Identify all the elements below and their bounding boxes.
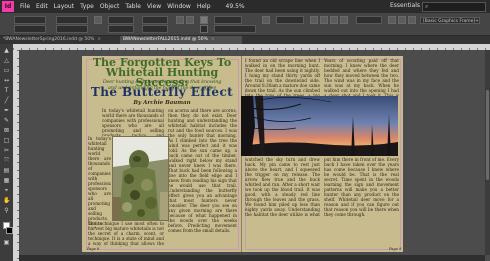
workspace-switcher[interactable]: Essentials	[390, 2, 420, 9]
menu-edit[interactable]: Edit	[33, 3, 51, 10]
tab-label: *BWANewsletterSpring2016.indd @ 50%	[3, 37, 95, 42]
flip-vertical-icon[interactable]	[186, 16, 194, 24]
scale-x-field[interactable]	[108, 16, 134, 24]
stroke-color-icon[interactable]	[6, 227, 13, 234]
control-panel: [Basic Graphics Frame]+	[0, 13, 490, 36]
selection-tool-icon[interactable]: ▲	[3, 48, 10, 54]
flip-horizontal-icon[interactable]	[176, 16, 184, 24]
eyedropper-tool-icon[interactable]: ⌖	[3, 188, 10, 194]
text-frame-right-bottom[interactable]: watched the sky turn and drew back. My p…	[245, 157, 399, 247]
article-byline[interactable]: By Archie Bauman	[88, 100, 236, 106]
center-content-icon[interactable]	[340, 16, 348, 24]
hunter-photo-graphic	[113, 137, 168, 220]
fill-swatch-icon[interactable]	[200, 16, 208, 24]
shear-field[interactable]	[142, 25, 168, 33]
direct-selection-tool-icon[interactable]: △	[3, 58, 10, 64]
object-style-select[interactable]: [Basic Graphics Frame]+	[420, 17, 480, 24]
scale-y-field[interactable]	[108, 25, 134, 33]
text-wrap-icon[interactable]	[310, 16, 318, 24]
rectangle-frame-tool-icon[interactable]: ⊠	[3, 128, 10, 134]
zoom-tool-icon[interactable]: ⚲	[3, 208, 10, 214]
indesign-app-icon: Id	[2, 1, 14, 12]
text-frame-middle-column[interactable]: on acorns and there are acorns, then the…	[168, 108, 237, 247]
gap-tool-icon[interactable]: ↔	[3, 78, 10, 84]
text-frame-left-column[interactable]: In today's whitetail hunting world there…	[88, 136, 111, 228]
free-transform-tool-icon[interactable]: ⤧	[3, 158, 10, 164]
gradient-tool-icon[interactable]: ▤	[3, 168, 10, 174]
pen-tool-icon[interactable]: ✒	[3, 108, 10, 114]
align-center-icon[interactable]	[398, 16, 406, 24]
vertical-scrollbar[interactable]	[485, 50, 490, 255]
y-position-field[interactable]	[14, 25, 46, 33]
note-tool-icon[interactable]: ▦	[3, 178, 10, 184]
tab-fall-2015[interactable]: BWANewsletterFALL2015.indd @ 50% ×	[120, 36, 242, 44]
menu-window[interactable]: Window	[164, 3, 194, 10]
drop-shadow-icon[interactable]	[262, 16, 270, 24]
menu-file[interactable]: File	[17, 3, 33, 10]
menu-bar: Id File Edit Layout Type Object Table Vi…	[0, 0, 490, 13]
corner-radius-field[interactable]	[356, 16, 382, 24]
fitting-content-icon[interactable]	[320, 16, 328, 24]
menu-table[interactable]: Table	[122, 3, 144, 10]
zoom-level[interactable]: 49.5%	[226, 3, 245, 10]
text-frame-left-bottom[interactable]: The technique I use most often to harves…	[88, 221, 164, 247]
stroke-swatch-icon[interactable]	[200, 25, 208, 33]
hand-tool-icon[interactable]: ✋	[3, 198, 10, 204]
sunset-photo-graphic	[241, 96, 398, 156]
x-position-field[interactable]	[14, 16, 46, 24]
menu-layout[interactable]: Layout	[51, 3, 77, 10]
text-frame-left-top[interactable]: In today's whitetail hunting world there…	[102, 108, 164, 136]
tools-panel: ▲ △ ▭ ↔ T ╱ ✒ ✎ ⊠ □ ✂ ⤧ ▤ ▦ ⌖ ✋ ⚲ ▣	[0, 44, 14, 261]
opacity-field[interactable]	[276, 16, 304, 24]
menu-type[interactable]: Type	[77, 3, 97, 10]
preview-mode-icon[interactable]: ▣	[3, 240, 10, 246]
rectangle-tool-icon[interactable]: □	[3, 138, 10, 144]
height-field[interactable]	[56, 25, 88, 33]
type-tool-icon[interactable]: T	[3, 88, 10, 94]
sunset-tree-photo[interactable]	[241, 96, 398, 156]
constrain-proportions-icon[interactable]	[94, 16, 102, 24]
page-tool-icon[interactable]: ▭	[3, 68, 10, 74]
width-field[interactable]	[56, 16, 88, 24]
page-number-right: Page 9	[389, 247, 402, 251]
line-tool-icon[interactable]: ╱	[3, 98, 10, 104]
close-icon[interactable]: ×	[211, 37, 215, 42]
page-number-left: Page 8	[87, 247, 100, 251]
tab-spring-2016[interactable]: *BWANewsletterSpring2016.indd @ 50% ×	[0, 36, 120, 44]
status-bar	[19, 255, 485, 261]
text-frame-right-left-col[interactable]: I found an old scrape line when I walked…	[245, 58, 320, 96]
tab-label: BWANewsletterFALL2015.indd @ 50%	[123, 37, 208, 42]
scissors-tool-icon[interactable]: ✂	[3, 148, 10, 154]
search-field[interactable]: ⌕	[422, 2, 486, 12]
search-icon: ⌕	[425, 3, 429, 10]
align-right-icon[interactable]	[408, 16, 416, 24]
menu-object[interactable]: Object	[97, 3, 123, 10]
document-tab-bar: *BWANewsletterSpring2016.indd @ 50% × BWA…	[0, 36, 490, 44]
rotation-field[interactable]	[142, 16, 168, 24]
scrollbar-thumb[interactable]	[486, 90, 489, 180]
menu-view[interactable]: View	[144, 3, 164, 10]
fitting-frame-icon[interactable]	[330, 16, 338, 24]
close-icon[interactable]: ×	[97, 37, 101, 42]
hunter-camouflage-photo[interactable]	[112, 136, 169, 221]
text-frame-right-right-col[interactable]: Years of scouting paid off that morning.…	[324, 58, 399, 96]
stroke-weight-field[interactable]	[214, 16, 242, 24]
stroke-type-select[interactable]	[214, 25, 256, 33]
pencil-tool-icon[interactable]: ✎	[3, 118, 10, 124]
menu-help[interactable]: Help	[194, 3, 214, 10]
article-title-butterfly[interactable]: The Butterfly Effect	[88, 86, 236, 98]
align-left-icon[interactable]	[388, 16, 396, 24]
